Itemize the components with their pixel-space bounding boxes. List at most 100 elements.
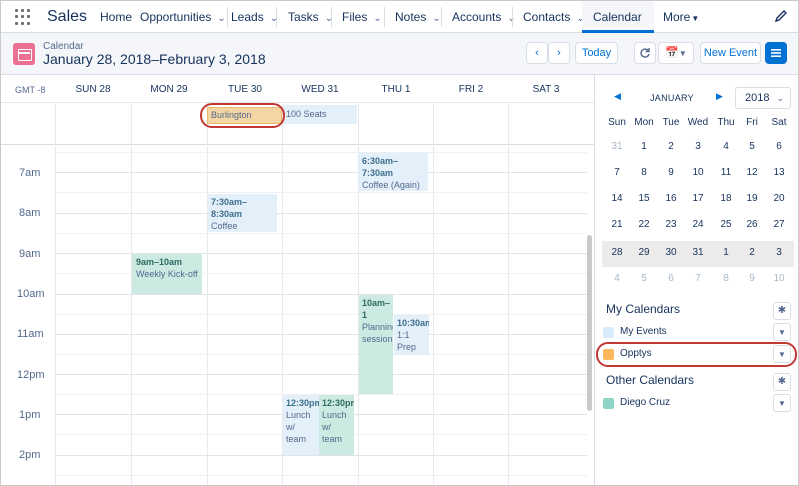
day-header-thu[interactable]: THU 1 bbox=[358, 75, 434, 103]
mini-calendar-day[interactable]: 7 bbox=[684, 273, 712, 284]
calendar-scrollbar[interactable] bbox=[587, 235, 592, 411]
time-label-10am: 10am bbox=[17, 288, 45, 300]
mini-calendar-day[interactable]: 14 bbox=[603, 193, 631, 204]
chevron-down-icon[interactable]: ⌄ bbox=[432, 3, 440, 35]
previous-month-icon[interactable]: ◀ bbox=[614, 91, 621, 102]
mini-calendar-day[interactable]: 10 bbox=[765, 273, 793, 284]
refresh-button[interactable] bbox=[634, 42, 656, 64]
view-switcher-button[interactable]: 📅▼ bbox=[658, 42, 694, 64]
caret-down-icon: ▼ bbox=[778, 399, 786, 408]
mini-calendar-day[interactable]: 19 bbox=[738, 193, 766, 204]
my-calendars-title: My Calendars bbox=[606, 302, 681, 316]
nav-item-calendar[interactable]: Calendar⌄ bbox=[582, 1, 654, 56]
mini-calendar-day[interactable]: 15 bbox=[630, 193, 658, 204]
time-label-9am: 9am bbox=[19, 248, 41, 260]
mini-calendar-day[interactable]: 1 bbox=[630, 141, 658, 152]
mini-calendar-day[interactable]: 7 bbox=[603, 167, 631, 178]
calendar-row-my-events[interactable]: My Events ▼ bbox=[603, 323, 793, 343]
mini-calendar-day[interactable]: 12 bbox=[738, 167, 766, 178]
all-day-event-100-seats[interactable]: 100 Seats bbox=[283, 105, 357, 124]
app-launcher-icon[interactable] bbox=[15, 9, 31, 25]
day-header-sat[interactable]: SAT 3 bbox=[508, 75, 584, 103]
mini-calendar-day[interactable]: 16 bbox=[657, 193, 685, 204]
mini-calendar-day[interactable]: 20 bbox=[765, 193, 793, 204]
today-button[interactable]: Today bbox=[575, 42, 618, 64]
mini-calendar-day[interactable]: 6 bbox=[765, 141, 793, 152]
mini-calendar-day[interactable]: 26 bbox=[738, 219, 766, 230]
mini-calendar-day[interactable]: 22 bbox=[630, 219, 658, 230]
nav-item-accounts[interactable]: Accounts⌄ bbox=[441, 1, 516, 33]
event-lunch-team-1[interactable]: 12:30pm Lunch w/ team bbox=[283, 395, 319, 455]
mini-calendar-day[interactable]: 27 bbox=[765, 219, 793, 230]
mini-calendar-day[interactable]: 17 bbox=[684, 193, 712, 204]
mini-calendar-day[interactable]: 5 bbox=[738, 141, 766, 152]
year-select[interactable]: 2018 ⌄ bbox=[735, 87, 791, 109]
mini-calendar-day[interactable]: 8 bbox=[630, 167, 658, 178]
nav-item-files[interactable]: Files ⌄ bbox=[331, 1, 382, 33]
mini-calendar-day[interactable]: 28 bbox=[603, 247, 631, 258]
calendar-color-swatch[interactable] bbox=[603, 327, 614, 338]
mini-calendar-day[interactable]: 24 bbox=[684, 219, 712, 230]
day-header-mon[interactable]: MON 29 bbox=[131, 75, 207, 103]
next-week-button[interactable]: › bbox=[548, 42, 570, 64]
nav-item-home[interactable]: Home bbox=[89, 1, 132, 33]
mini-calendar-day[interactable]: 11 bbox=[712, 167, 740, 178]
mini-calendar-day[interactable]: 1 bbox=[712, 247, 740, 258]
chevron-down-icon[interactable]: ⌄ bbox=[373, 3, 381, 35]
event-1-1-prep[interactable]: 10:30am 1:1 Prep bbox=[394, 315, 429, 355]
nav-item-tasks[interactable]: Tasks ⌄ bbox=[277, 1, 333, 33]
mini-calendar-day[interactable]: 23 bbox=[657, 219, 685, 230]
mini-calendar-day[interactable]: 9 bbox=[657, 167, 685, 178]
calendar-row-menu-button[interactable]: ▼ bbox=[773, 323, 791, 341]
calendar-row-diego-cruz[interactable]: Diego Cruz ▼ bbox=[603, 394, 793, 414]
mini-calendar-day[interactable]: 5 bbox=[630, 273, 658, 284]
mini-calendar-day[interactable]: 30 bbox=[657, 247, 685, 258]
day-header-tue[interactable]: TUE 30 bbox=[207, 75, 283, 103]
next-month-icon[interactable]: ▶ bbox=[716, 91, 723, 102]
nav-item-contacts[interactable]: Contacts ⌄ bbox=[512, 1, 585, 33]
mini-calendar-day[interactable]: 8 bbox=[712, 273, 740, 284]
week-day-headers: GMT -8 SUN 28 MON 29 TUE 30 WED 31 THU 1… bbox=[1, 75, 594, 103]
event-lunch-team-2[interactable]: 12:30pm Lunch w/ team bbox=[319, 395, 354, 455]
mini-calendar-day[interactable]: 25 bbox=[712, 219, 740, 230]
global-nav: Sales Home Opportunities ⌄ Leads ⌄ Tasks ⌄ … bbox=[1, 1, 798, 56]
other-calendars-settings-button[interactable]: ✱ bbox=[773, 373, 791, 391]
event-coffee[interactable]: 7:30am–8:30am Coffee bbox=[208, 194, 277, 232]
mini-calendar-day[interactable]: 6 bbox=[657, 273, 685, 284]
event-planning-sessions[interactable]: 10am–1 Planning sessions bbox=[359, 295, 393, 394]
weekday-label: Thu bbox=[717, 117, 735, 128]
mini-calendar-day[interactable]: 29 bbox=[630, 247, 658, 258]
day-header-fri[interactable]: FRI 2 bbox=[433, 75, 509, 103]
mini-calendar-day[interactable]: 13 bbox=[765, 167, 793, 178]
calendar-color-swatch[interactable] bbox=[603, 398, 614, 409]
day-header-wed[interactable]: WED 31 bbox=[282, 75, 358, 103]
mini-calendar-day[interactable]: 2 bbox=[738, 247, 766, 258]
calendar-name: My Events bbox=[620, 326, 667, 337]
calendar-sidebar: ◀ JANUARY ▶ 2018 ⌄ Sun Mon Tue Wed Thu Fr… bbox=[594, 75, 798, 485]
mini-calendar-day[interactable]: 3 bbox=[765, 247, 793, 258]
mini-calendar-day[interactable]: 4 bbox=[712, 141, 740, 152]
event-coffee-again[interactable]: 6:30am–7:30am Coffee (Again) bbox=[359, 153, 428, 191]
mini-calendar-day[interactable]: 9 bbox=[738, 273, 766, 284]
edit-pencil-icon[interactable] bbox=[774, 9, 788, 23]
nav-item-notes[interactable]: Notes ⌄ bbox=[384, 1, 441, 33]
mini-calendar-day[interactable]: 31 bbox=[603, 141, 631, 152]
mini-calendar-day[interactable]: 2 bbox=[657, 141, 685, 152]
mini-calendar-day[interactable]: 18 bbox=[712, 193, 740, 204]
new-event-button[interactable]: New Event bbox=[700, 42, 761, 64]
mini-calendar-day[interactable]: 31 bbox=[684, 247, 712, 258]
toggle-sidebar-button[interactable] bbox=[765, 42, 787, 64]
event-weekly-kickoff[interactable]: 9am–10am Weekly Kick-off bbox=[132, 254, 202, 294]
day-header-sun[interactable]: SUN 28 bbox=[55, 75, 131, 103]
caret-down-icon[interactable]: ▼ bbox=[691, 14, 699, 23]
my-calendars-settings-button[interactable]: ✱ bbox=[773, 302, 791, 320]
nav-item-opportunities[interactable]: Opportunities ⌄ bbox=[129, 1, 226, 33]
nav-item-more[interactable]: More▼ bbox=[652, 1, 699, 33]
mini-calendar-day[interactable]: 3 bbox=[684, 141, 712, 152]
nav-item-leads[interactable]: Leads ⌄ bbox=[220, 1, 278, 33]
calendar-row-menu-button[interactable]: ▼ bbox=[773, 394, 791, 412]
mini-calendar-day[interactable]: 21 bbox=[603, 219, 631, 230]
mini-calendar-day[interactable]: 10 bbox=[684, 167, 712, 178]
mini-calendar-day[interactable]: 4 bbox=[603, 273, 631, 284]
previous-week-button[interactable]: ‹ bbox=[526, 42, 548, 64]
